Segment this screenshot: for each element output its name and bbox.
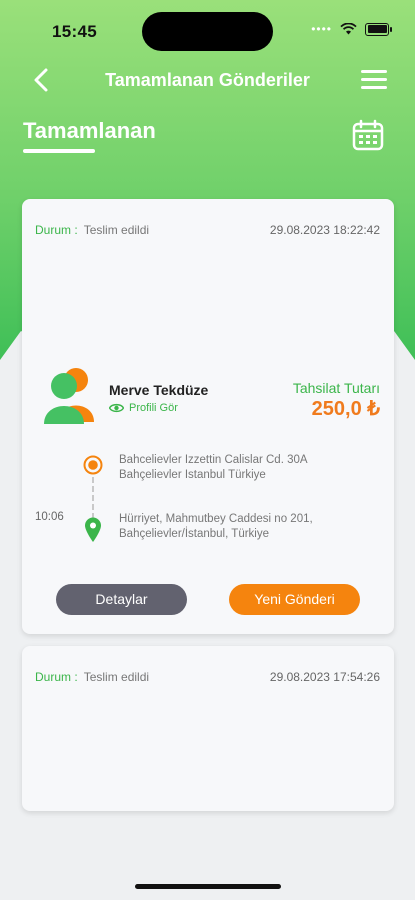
status-value: Teslim edildi [83,223,150,237]
page-title: Tamamlanan Gönderiler [105,70,310,90]
new-shipment-button[interactable]: Yeni Gönderi [229,584,360,615]
status-label: Durum : [35,223,78,237]
hamburger-menu-icon[interactable] [361,70,387,90]
nav-bar: Tamamlanan Gönderiler [0,60,415,104]
route: Bahcelievler Izzettin Calislar Cd. 30A B… [22,449,394,549]
status-icons: •••• [311,22,392,36]
signal-icon: •••• [311,22,332,36]
view-profile-link[interactable]: Profili Gör [109,402,178,414]
status-row: Durum : Teslim edildi 29.08.2023 18:22:4… [35,223,380,237]
delivery-address: Hürriyet, Mahmutbey Caddesi no 201, Bahç… [119,513,313,540]
details-button[interactable]: Detaylar [56,584,187,615]
camera-notch [142,12,273,51]
shipment-date: 29.08.2023 17:54:26 [269,670,380,684]
section-underline [23,149,95,153]
avatar-icon [44,368,94,424]
pickup-location-icon [83,455,103,475]
amount-label: Tahsilat Tutarı [292,380,380,396]
eye-icon [109,403,124,413]
status-value: Teslim edildi [83,670,150,684]
status-bar: 15:45 •••• [0,0,415,60]
status-label: Durum : [35,670,78,684]
recipient-name: Merve Tekdüze [109,382,209,398]
shipment-date: 29.08.2023 18:22:42 [269,223,380,237]
delivery-pin-icon [85,517,101,542]
battery-icon [365,22,392,36]
shipment-card[interactable]: Durum : Teslim edildi 29.08.2023 17:54:2… [22,646,394,811]
route-line [92,477,95,519]
section-title: Tamamlanan [23,118,156,143]
wifi-icon [340,23,357,35]
status-time: 15:45 [52,22,97,41]
pickup-address: Bahcelievler Izzettin Calislar Cd. 30A B… [119,454,307,481]
status-row: Durum : Teslim edildi 29.08.2023 17:54:2… [35,670,380,684]
calendar-icon[interactable] [351,118,385,152]
amount-value: 250,0 ₺ [311,398,380,420]
delivery-time: 10:06 [35,511,64,523]
home-indicator [135,884,281,889]
view-profile-label: Profili Gör [129,402,178,414]
shipment-card[interactable]: Durum : Teslim edildi 29.08.2023 18:22:4… [22,199,394,634]
